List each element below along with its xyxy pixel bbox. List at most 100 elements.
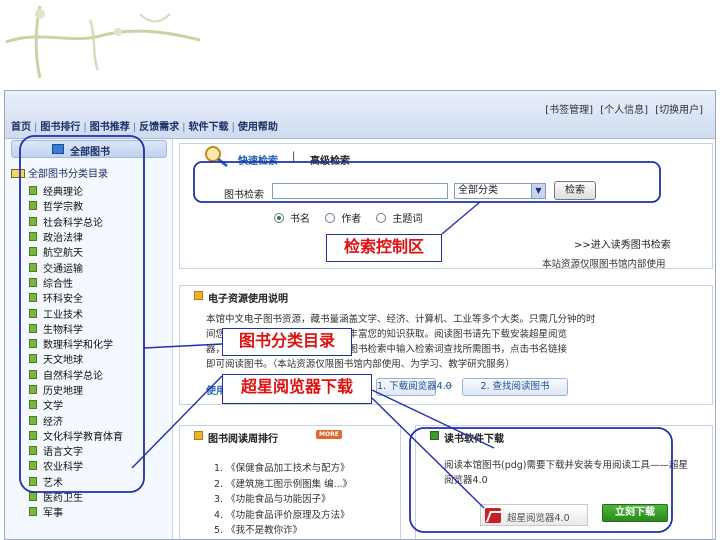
ranking-header: 图书阅读周排行 MORE (180, 426, 400, 445)
tab-quick-search[interactable]: 快速检索 (238, 152, 278, 167)
menu-book-ranking[interactable]: 图书排行 (40, 122, 80, 133)
main-menu: 首页 | 图书排行 | 图书推荐 | 反馈需求 | 软件下载 | 使用帮助 (11, 122, 278, 133)
more-link[interactable]: MORE (316, 430, 342, 439)
usage-note: 本站资源仅限图书馆内部使用 (542, 259, 666, 270)
book-icon (29, 385, 37, 394)
weekly-ranking-panel: 图书阅读周排行 MORE 1. 《保健食品加工技术与配方》 2. 《建筑施工图示例… (179, 425, 401, 539)
radio-author[interactable]: 作者 (325, 213, 361, 225)
search-field-options: 书名 作者 主题词 (274, 210, 434, 225)
tab-separator: | (292, 151, 296, 162)
category-item-label: 艺术 (43, 477, 63, 489)
ranking-item[interactable]: 4. 《功能食品评价原理及方法》 (214, 507, 352, 523)
category-item[interactable]: 交通运输 (29, 259, 123, 275)
superstar-logo-icon (485, 508, 501, 523)
radio-checked-icon (274, 213, 284, 223)
category-item[interactable]: 医药卫生 (29, 489, 123, 504)
book-icon (29, 247, 37, 257)
step-find-books-button[interactable]: 2. 查找阅读图书 (462, 378, 568, 396)
category-item[interactable]: 数理科学和化学 (29, 336, 123, 351)
ranking-item[interactable]: 3. 《功能食品与功能因子》 (214, 491, 352, 507)
guide-line: 即可阅读图书。（本站资源仅限图书馆内部使用、为学习、教学研究服务） (206, 359, 515, 370)
software-download-panel: 读书软件下载 阅读本馆图书(pdg)需要下载并安装专用阅读工具——超星阅览器4.… (415, 425, 713, 539)
category-item[interactable]: 生物科学 (29, 321, 123, 336)
category-item[interactable]: 军事 (29, 504, 123, 519)
search-button[interactable]: 检索 (554, 181, 596, 200)
category-item[interactable]: 航空航天 (29, 244, 123, 259)
category-item[interactable]: 经典理论 (29, 183, 123, 198)
category-item[interactable]: 文化科学教育体育 (29, 428, 123, 443)
category-item[interactable]: 艺术 (29, 474, 123, 489)
book-icon (29, 232, 37, 242)
category-item[interactable]: 环科安全 (29, 290, 123, 305)
category-item-label: 环科安全 (43, 294, 83, 306)
category-root-label: 全部图书分类目录 (28, 169, 108, 180)
reader-logo: 超星阅览器4.0 (480, 504, 588, 526)
category-item[interactable]: 哲学宗教 (29, 198, 123, 213)
category-select[interactable]: 全部分类 ▼ (454, 183, 546, 199)
bookmark-manage-link[interactable]: [书签管理] (545, 105, 593, 116)
ranking-title: 图书阅读周排行 (208, 434, 278, 445)
sidebar-header-label: 全部图书 (70, 147, 110, 158)
ranking-item[interactable]: 2. 《建筑施工图示例图集 编...》 (214, 476, 352, 492)
category-item-label: 社会科学总论 (43, 217, 103, 229)
category-item[interactable]: 农业科学 (29, 458, 123, 473)
resource-guide-header: 电子资源使用说明 (180, 286, 712, 305)
bullet-square-icon (194, 431, 203, 440)
personal-info-link[interactable]: [个人信息] (600, 105, 648, 116)
category-item[interactable]: 综合性 (29, 275, 123, 290)
book-icon (29, 507, 37, 517)
radio-subject[interactable]: 主题词 (376, 213, 423, 225)
book-icon (29, 446, 37, 456)
book-icon (29, 354, 37, 364)
sidebar-header[interactable]: 全部图书 (11, 140, 167, 158)
search-input[interactable] (272, 183, 448, 199)
book-icon (29, 492, 37, 502)
screenshot-frame: [书签管理] [个人信息] [切换用户] 首页 | 图书排行 | 图书推荐 | 反馈需求 | 软… (4, 90, 716, 540)
book-icon (29, 308, 37, 318)
ranking-item[interactable]: 1. 《保健食品加工技术与配方》 (214, 460, 352, 476)
step-download-reader-button[interactable]: 1. 下载阅览器4.0 (376, 378, 452, 396)
ranking-item[interactable]: 5. 《我不是教你诈》 (214, 522, 352, 538)
category-item[interactable]: 语言文字 (29, 443, 123, 458)
menu-home[interactable]: 首页 (11, 122, 31, 133)
category-root[interactable]: 全部图书分类目录 (11, 165, 108, 180)
book-icon (29, 430, 37, 440)
top-navigation-bar: [书签管理] [个人信息] [切换用户] 首页 | 图书排行 | 图书推荐 | 反馈需求 | 软… (5, 91, 715, 139)
category-item[interactable]: 自然科学总论 (29, 367, 123, 382)
book-icon (29, 461, 37, 471)
category-item-label: 交通运输 (43, 263, 83, 275)
switch-user-link[interactable]: [切换用户] (655, 105, 703, 116)
category-item[interactable]: 经济 (29, 412, 123, 428)
radio-subject-label: 主题词 (392, 214, 423, 225)
download-now-button[interactable]: 立刻下载 (602, 504, 668, 522)
category-item-label: 天文地球 (43, 355, 83, 367)
radio-title[interactable]: 书名 (274, 213, 310, 225)
menu-book-recommend[interactable]: 图书推荐 (90, 122, 130, 133)
menu-feedback[interactable]: 反馈需求 (139, 122, 179, 133)
category-item[interactable]: 工业技术 (29, 305, 123, 321)
search-tabs: 快速检索 | 高级检索 (180, 144, 712, 168)
resource-guide-title: 电子资源使用说明 (208, 294, 288, 305)
search-field-label: 图书检索 (224, 190, 264, 201)
category-list: 经典理论 哲学宗教社会科学总论 政治法律 航空航天交通运输 综合性环科安全 工业技术 生物科… (29, 183, 123, 520)
category-item[interactable]: 天文地球 (29, 351, 123, 366)
radio-unchecked-icon (376, 213, 387, 223)
callout-search-console: 检索控制区 (326, 234, 442, 262)
tab-advanced-search[interactable]: 高级检索 (310, 152, 350, 167)
book-icon (29, 277, 37, 287)
category-item[interactable]: 社会科学总论 (29, 214, 123, 229)
search-panel: 快速检索 | 高级检索 图书检索 全部分类 ▼ 检索 书名 作者 主题词 >>进… (179, 143, 713, 270)
category-item-label: 历史地理 (43, 386, 83, 397)
user-links: [书签管理] [个人信息] [切换用户] (541, 101, 703, 116)
duxiu-search-link[interactable]: >>进入读秀图书检索 (574, 236, 671, 251)
decorative-vine-ornament (5, 5, 201, 79)
category-item[interactable]: 文学 (29, 397, 123, 412)
category-item-label: 政治法律 (43, 233, 83, 245)
book-icon (29, 476, 37, 486)
category-item[interactable]: 政治法律 (29, 229, 123, 244)
menu-help[interactable]: 使用帮助 (238, 122, 278, 133)
software-header: 读书软件下载 (416, 426, 712, 445)
menu-software-download[interactable]: 软件下载 (189, 122, 229, 133)
category-item[interactable]: 历史地理 (29, 382, 123, 397)
book-icon (29, 262, 37, 272)
